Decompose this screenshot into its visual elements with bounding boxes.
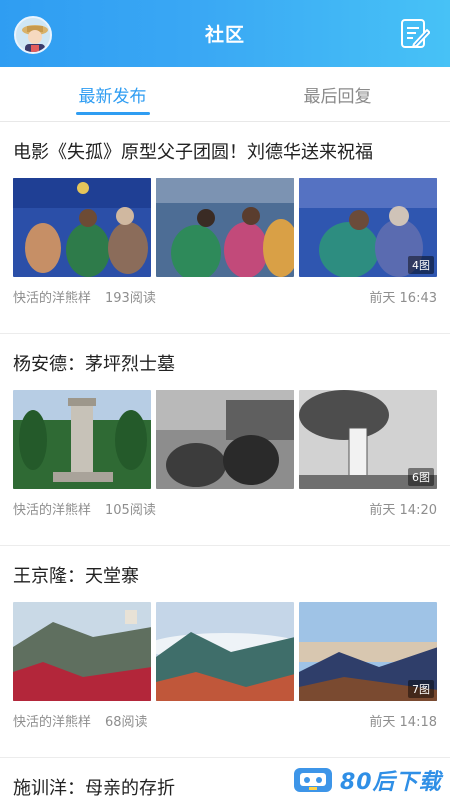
tab-bar: 最新发布 最后回复 [0,67,450,122]
post-time: 前天 14:18 [369,715,437,730]
post-feed: 电影《失孤》原型父子团圆！刘德华送来祝福 4图 快活的洋熊样 193阅读 前天 … [0,122,450,800]
post-item[interactable]: 电影《失孤》原型父子团圆！刘德华送来祝福 4图 快活的洋熊样 193阅读 前天 … [0,122,450,334]
edit-note-icon [401,19,431,48]
post-title[interactable]: 杨安德：茅坪烈士墓 [13,352,437,378]
post-image[interactable] [156,178,294,277]
post-read-count: 193阅读 [105,291,156,306]
photo-thumbnail [13,390,151,489]
post-item[interactable]: 杨安德：茅坪烈士墓 6图 快活的洋熊样 105阅读 前天 14:20 [0,334,450,546]
tab-latest[interactable]: 最新发布 [0,67,225,121]
post-image[interactable] [13,178,151,277]
post-image[interactable]: 4图 [299,178,437,277]
post-title[interactable]: 电影《失孤》原型父子团圆！刘德华送来祝福 [13,140,437,166]
post-image[interactable] [13,602,151,701]
watermark-text: 80后下载 [340,770,442,795]
photo-thumbnail [13,178,151,277]
user-avatar-icon [16,18,50,52]
image-count-badge: 7图 [408,680,434,698]
image-count-badge: 4图 [408,256,434,274]
post-title[interactable]: 王京隆：天堂寨 [13,564,437,590]
post-meta: 快活的洋熊样 105阅读 前天 14:20 [13,502,437,520]
site-watermark: 80后下载 [288,760,450,800]
post-author[interactable]: 快活的洋熊样 [13,502,91,520]
watermark-logo-icon [294,768,332,792]
page-title: 社区 [204,24,245,46]
post-meta: 快活的洋熊样 68阅读 前天 14:18 [13,714,437,732]
post-image[interactable]: 7图 [299,602,437,701]
post-read-count: 105阅读 [105,503,156,518]
edit-button[interactable] [400,18,431,50]
post-images: 7图 [13,602,437,701]
tab-last-reply[interactable]: 最后回复 [225,67,450,121]
post-image[interactable] [156,602,294,701]
post-author[interactable]: 快活的洋熊样 [13,714,91,732]
post-meta: 快活的洋熊样 193阅读 前天 16:43 [13,290,437,308]
avatar[interactable] [14,16,52,54]
post-images: 6图 [13,390,437,489]
post-read-count: 68阅读 [105,715,148,730]
post-item[interactable]: 王京隆：天堂寨 7图 快活的洋熊样 68阅读 前天 14:18 [0,546,450,758]
post-image[interactable] [13,390,151,489]
post-image[interactable] [156,390,294,489]
photo-thumbnail [13,602,151,701]
post-time: 前天 16:43 [369,291,437,306]
photo-thumbnail [156,602,294,701]
photo-thumbnail [156,390,294,489]
post-image[interactable]: 6图 [299,390,437,489]
image-count-badge: 6图 [408,468,434,486]
photo-thumbnail [156,178,294,277]
post-time: 前天 14:20 [369,503,437,518]
post-author[interactable]: 快活的洋熊样 [13,290,91,308]
app-header: 社区 [0,0,450,67]
post-images: 4图 [13,178,437,277]
